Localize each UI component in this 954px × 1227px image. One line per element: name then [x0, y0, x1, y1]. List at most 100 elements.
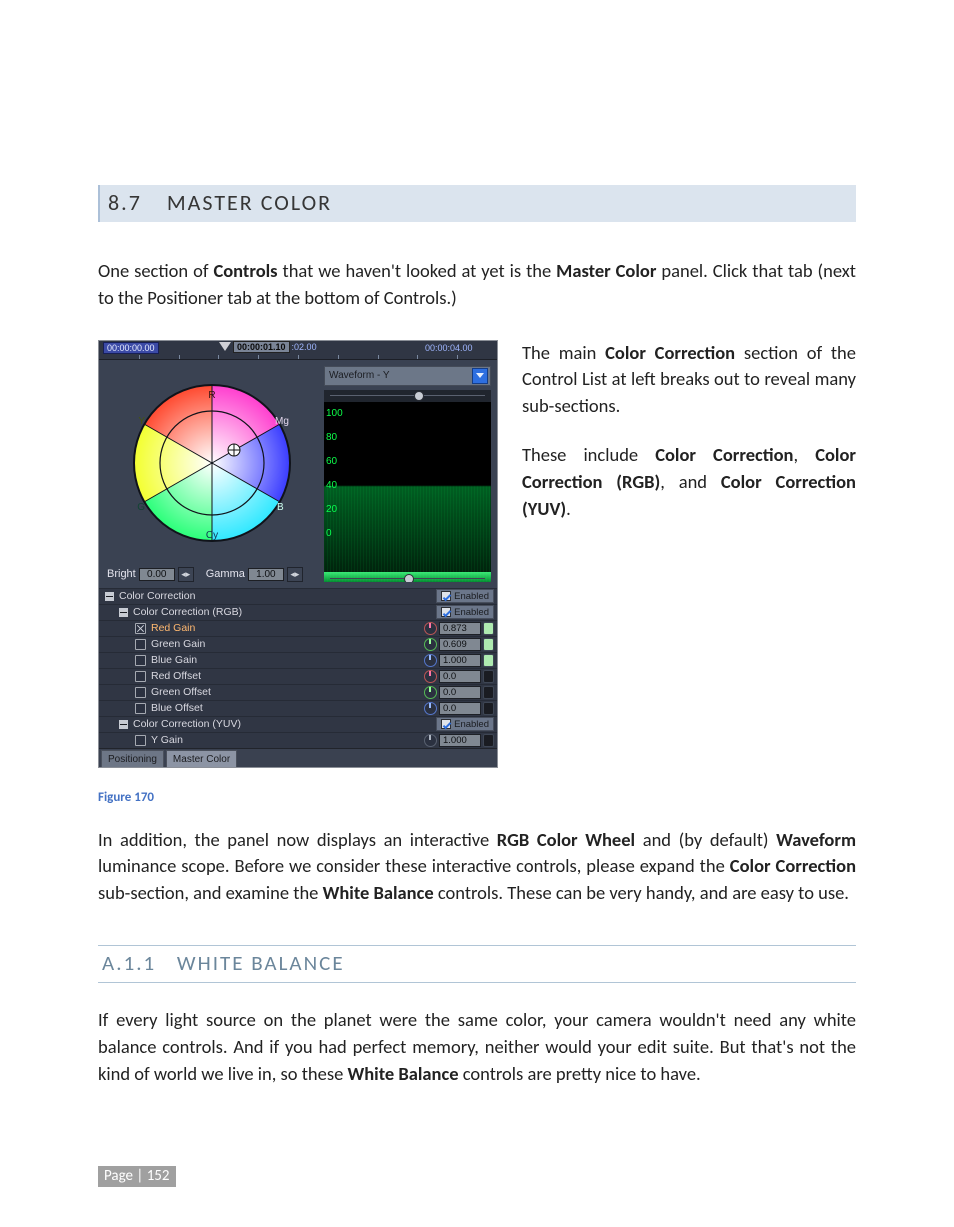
scope-position-slider[interactable] — [324, 574, 491, 582]
section-heading: 8.7 MASTER COLOR — [98, 185, 856, 222]
control-list: Color Correction Enabled Color Correctio… — [99, 588, 497, 748]
row-label: Color Correction (RGB) — [133, 606, 436, 618]
knob-icon[interactable] — [424, 686, 437, 699]
scope-mode-label: Waveform - Y — [329, 370, 390, 381]
wheel-label-g: G — [137, 502, 145, 513]
knob-icon[interactable] — [424, 734, 437, 747]
section-number: 8.7 — [108, 189, 142, 216]
knob-icon[interactable] — [424, 622, 437, 635]
right-column-text: The main Color Correction section of the… — [522, 340, 856, 768]
enabled-toggle[interactable]: Enabled — [436, 717, 494, 731]
row-color-correction-yuv[interactable]: Color Correction (YUV) Enabled — [99, 716, 497, 732]
row-label: Y Gain — [151, 734, 424, 746]
enabled-toggle[interactable]: Enabled — [436, 589, 494, 603]
param-marker-icon[interactable] — [135, 687, 146, 698]
row-y-gain[interactable]: Y Gain 1.000 — [99, 732, 497, 748]
wheel-label-cy: Cy — [205, 530, 217, 541]
param-marker-icon[interactable] — [135, 703, 146, 714]
status-led-icon — [483, 734, 494, 747]
value-input[interactable]: 0.0 — [439, 686, 481, 699]
row-label: Blue Offset — [151, 702, 424, 714]
param-marker-icon[interactable] — [135, 735, 146, 746]
subsection-title: WHITE BALANCE — [177, 950, 345, 976]
value-input[interactable]: 0.873 — [439, 622, 481, 635]
expand-toggle-icon[interactable] — [105, 592, 114, 601]
waveform-scope-pane: Waveform - Y 100 80 60 40 20 0 — [324, 360, 497, 588]
paragraph-after-figure: In addition, the panel now displays an i… — [98, 827, 856, 907]
param-marker-icon[interactable] — [135, 623, 146, 634]
scope-tick-100: 100 — [326, 408, 343, 419]
row-blue-gain[interactable]: Blue Gain 1.000 — [99, 652, 497, 668]
intro-paragraph: One section of Controls that we haven't … — [98, 258, 856, 312]
expand-toggle-icon[interactable] — [119, 720, 128, 729]
timeline-ruler[interactable]: 00:00:00.00 00:00:01.10 :02.00 00:00:04.… — [99, 341, 497, 360]
value-input[interactable]: 0.0 — [439, 702, 481, 715]
gamma-value-input[interactable]: 1.00 — [248, 568, 284, 581]
param-marker-icon[interactable] — [135, 671, 146, 682]
tab-master-color[interactable]: Master Color — [166, 750, 237, 767]
checkbox-icon[interactable] — [441, 719, 451, 729]
figure-caption: Figure 170 — [98, 790, 856, 805]
gamma-stepper-icon[interactable]: ◂▸ — [287, 567, 303, 582]
row-label: Green Offset — [151, 686, 424, 698]
bright-stepper-icon[interactable]: ◂▸ — [178, 567, 194, 582]
waveform-display: 100 80 60 40 20 0 — [324, 390, 491, 582]
slider-thumb-icon[interactable] — [414, 391, 424, 401]
subsection-number: A.1.1 — [102, 950, 156, 976]
row-label: Green Gain — [151, 638, 424, 650]
value-input[interactable]: 0.0 — [439, 670, 481, 683]
row-label: Blue Gain — [151, 654, 424, 666]
rgb-color-wheel[interactable]: R Mg B Cy G Y — [127, 378, 297, 548]
value-input[interactable]: 1.000 — [439, 654, 481, 667]
scope-intensity-slider[interactable] — [324, 390, 491, 403]
side-paragraph-2: These include Color Correction, Color Co… — [522, 442, 856, 522]
tab-positioning[interactable]: Positioning — [101, 750, 164, 767]
wheel-label-y: Y — [138, 416, 145, 427]
wheel-label-r: R — [208, 390, 215, 401]
status-led-icon — [483, 702, 494, 715]
status-led-icon — [483, 654, 494, 667]
bottom-tabs: Positioning Master Color — [99, 748, 497, 767]
row-green-offset[interactable]: Green Offset 0.0 — [99, 684, 497, 700]
bright-value-input[interactable]: 0.00 — [139, 568, 175, 581]
master-color-panel-screenshot: 00:00:00.00 00:00:01.10 :02.00 00:00:04.… — [98, 340, 498, 768]
dropdown-arrow-icon[interactable] — [472, 368, 488, 384]
gamma-label: Gamma — [206, 568, 245, 580]
white-balance-paragraph: If every light source on the planet were… — [98, 1007, 856, 1087]
param-marker-icon[interactable] — [135, 639, 146, 650]
status-led-icon — [483, 670, 494, 683]
checkbox-icon[interactable] — [441, 591, 451, 601]
slider-thumb-icon[interactable] — [404, 574, 414, 582]
value-input[interactable]: 1.000 — [439, 734, 481, 747]
row-label: Red Gain — [151, 622, 424, 634]
page-footer: Page | 152 — [98, 1166, 176, 1187]
status-led-icon — [483, 686, 494, 699]
status-led-icon — [483, 622, 494, 635]
knob-icon[interactable] — [424, 702, 437, 715]
scope-mode-dropdown[interactable]: Waveform - Y — [324, 366, 491, 386]
knob-icon[interactable] — [424, 670, 437, 683]
row-blue-offset[interactable]: Blue Offset 0.0 — [99, 700, 497, 716]
row-color-correction-rgb[interactable]: Color Correction (RGB) Enabled — [99, 604, 497, 620]
side-paragraph-1: The main Color Correction section of the… — [522, 340, 856, 420]
wheel-label-mg: Mg — [275, 416, 289, 427]
status-led-icon — [483, 638, 494, 651]
knob-icon[interactable] — [424, 654, 437, 667]
row-color-correction[interactable]: Color Correction Enabled — [99, 588, 497, 604]
expand-toggle-icon[interactable] — [119, 608, 128, 617]
knob-icon[interactable] — [424, 638, 437, 651]
row-red-gain[interactable]: Red Gain 0.873 — [99, 620, 497, 636]
row-red-offset[interactable]: Red Offset 0.0 — [99, 668, 497, 684]
section-title: MASTER COLOR — [167, 189, 332, 216]
bright-label: Bright — [107, 568, 136, 580]
checkbox-icon[interactable] — [441, 607, 451, 617]
row-green-gain[interactable]: Green Gain 0.609 — [99, 636, 497, 652]
enabled-toggle[interactable]: Enabled — [436, 605, 494, 619]
param-marker-icon[interactable] — [135, 655, 146, 666]
row-label: Color Correction — [119, 590, 436, 602]
color-wheel-pane: R Mg B Cy G Y Bright 0.00 ◂▸ Gamma 1.00 — [99, 360, 324, 588]
value-input[interactable]: 0.609 — [439, 638, 481, 651]
wheel-label-b: B — [277, 502, 284, 513]
subsection-heading: A.1.1 WHITE BALANCE — [98, 945, 856, 983]
scope-tick-80: 80 — [326, 432, 337, 443]
